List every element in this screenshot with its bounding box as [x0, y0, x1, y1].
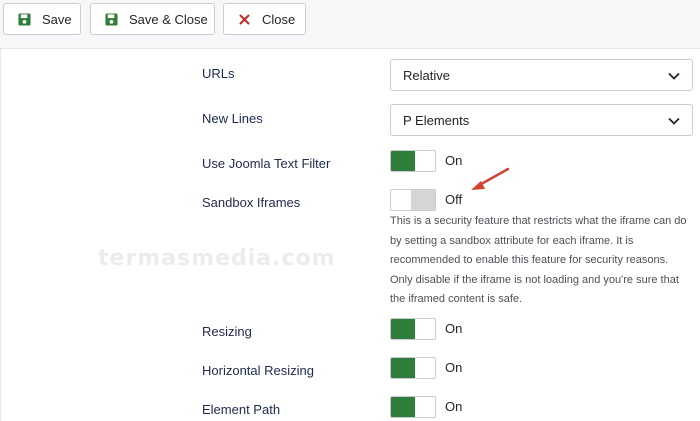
element-path-label: Element Path: [202, 402, 281, 417]
toggle-thumb: [391, 358, 415, 378]
toggle-thumb: [391, 151, 415, 171]
new-lines-select-value: P Elements: [403, 112, 470, 128]
new-lines-select[interactable]: P Elements: [390, 104, 693, 136]
close-label: Close: [262, 11, 296, 27]
save-button[interactable]: Save: [3, 3, 81, 35]
resizing-label: Resizing: [202, 324, 252, 339]
floppy-disk-icon: [17, 12, 32, 27]
chevron-down-icon: [668, 72, 680, 80]
resizing-state: On: [445, 321, 463, 336]
element-path-state: On: [445, 399, 463, 414]
save-and-close-label: Save & Close: [129, 11, 208, 27]
resizing-toggle[interactable]: [390, 318, 436, 340]
sandbox-toggle[interactable]: [390, 189, 436, 211]
horizontal-resizing-toggle[interactable]: [390, 357, 436, 379]
toggle-thumb: [391, 397, 415, 417]
panel-divider: [0, 49, 1, 421]
toggle-thumb: [411, 190, 435, 210]
sandbox-state: Off: [445, 192, 463, 207]
text-filter-toggle[interactable]: [390, 150, 436, 172]
save-label: Save: [42, 11, 72, 27]
toolbar: Save Save & Close Close: [0, 0, 700, 49]
urls-select-value: Relative: [403, 67, 450, 83]
sandbox-label: Sandbox Iframes: [202, 195, 301, 210]
x-icon: [237, 12, 252, 27]
horizontal-resizing-state: On: [445, 360, 463, 375]
save-and-close-button[interactable]: Save & Close: [90, 3, 215, 35]
annotation-arrow-icon: [471, 167, 510, 190]
sandbox-description: This is a security feature that restrict…: [390, 215, 687, 305]
text-filter-label: Use Joomla Text Filter: [202, 156, 331, 171]
new-lines-label: New Lines: [202, 111, 263, 126]
toggle-thumb: [391, 319, 415, 339]
urls-select[interactable]: Relative: [390, 59, 693, 91]
floppy-disk-icon: [104, 12, 119, 27]
element-path-toggle[interactable]: [390, 396, 436, 418]
urls-label: URLs: [202, 66, 235, 81]
chevron-down-icon: [668, 117, 680, 125]
close-button[interactable]: Close: [223, 3, 306, 35]
text-filter-state: On: [445, 153, 463, 168]
horizontal-resizing-label: Horizontal Resizing: [202, 363, 314, 378]
watermark: termasmedia.com: [98, 246, 336, 271]
